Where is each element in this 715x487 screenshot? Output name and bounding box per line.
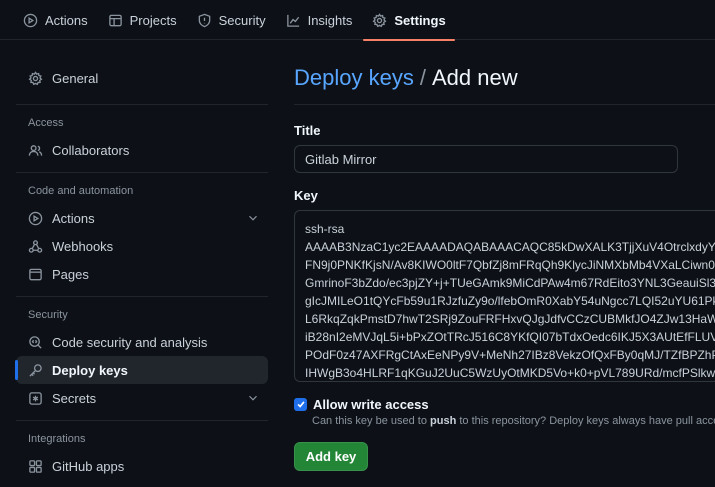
sidebar-item-label: Pages — [52, 266, 89, 282]
sidebar-heading-access: Access — [28, 117, 64, 129]
divider — [16, 420, 268, 421]
settings-sidebar: General Access Collaborators Code and au… — [15, 64, 268, 480]
key-textarea[interactable]: ssh-rsa AAAAB3NzaC1yc2EAAAADAQABAAACAQC8… — [294, 210, 715, 382]
table-icon — [108, 14, 122, 26]
allow-write-checkbox[interactable] — [294, 397, 307, 411]
tab-label: Actions — [45, 12, 88, 28]
sidebar-item-code-security[interactable]: Code security and analysis — [16, 328, 268, 356]
asterisk-icon — [29, 391, 42, 405]
check-icon — [296, 401, 305, 408]
codescan-icon — [29, 335, 42, 349]
tab-actions[interactable]: Actions — [14, 0, 97, 40]
page-title: Deploy keys / Add new — [294, 60, 715, 96]
webhook-icon — [28, 239, 43, 253]
key-text-line: iB28nI2eMVJqL5i+bPxZOtTRcJ516C8YKfQI07bT… — [305, 330, 715, 344]
browser-icon — [29, 268, 42, 280]
apps-icon — [29, 459, 42, 473]
sidebar-item-general[interactable]: General — [16, 64, 268, 92]
page-title-text: Add new — [431, 65, 518, 90]
tab-label: Security — [218, 12, 266, 28]
people-icon — [28, 144, 43, 156]
tab-label: Projects — [129, 12, 177, 28]
key-text-line: AAAAB3NzaC1yc2EAAAADAQABAAACAQC85kDwXALK… — [305, 240, 715, 254]
key-text-line: L6RkqZqkPmstD7hwT2SRj9ZouFRFHxvQJgJdfvCC… — [305, 312, 715, 326]
key-label: Key — [294, 188, 318, 203]
add-key-button[interactable]: Add key — [294, 442, 368, 471]
allow-write-label[interactable]: Allow write access — [313, 397, 429, 412]
sidebar-item-label: Deploy keys — [52, 362, 128, 378]
sidebar-item-actions[interactable]: Actions — [16, 204, 268, 232]
desc-text: Can this key be used to — [312, 415, 431, 427]
tab-projects[interactable]: Projects — [99, 0, 186, 40]
sidebar-item-pages[interactable]: Pages — [16, 260, 268, 288]
gear-icon — [372, 12, 387, 27]
tab-security[interactable]: Security — [188, 0, 275, 40]
tab-insights[interactable]: Insights — [277, 0, 362, 40]
desc-text: to this repository? Deploy keys always h… — [456, 415, 715, 427]
breadcrumb-separator: / — [419, 65, 426, 90]
key-text-line: IHWgB3o4HLRF1qKGuJ2UuC5WzUyOtMKD5Vo+k0+p… — [305, 366, 715, 380]
key-icon — [29, 363, 42, 377]
sidebar-heading-integrations: Integrations — [28, 433, 86, 445]
tab-label: Settings — [394, 12, 446, 28]
sidebar-heading-code-automation: Code and automation — [28, 185, 134, 197]
sidebar-heading-security: Security — [28, 309, 68, 321]
key-text-line: ssh-rsa — [305, 222, 345, 236]
sidebar-item-label: Webhooks — [52, 238, 114, 254]
allow-write-row: Allow write access — [294, 396, 715, 412]
sidebar-item-label: GitHub apps — [52, 458, 125, 474]
divider — [16, 104, 268, 105]
sidebar-item-secrets[interactable]: Secrets — [16, 384, 268, 412]
shield-icon — [198, 13, 210, 27]
divider — [294, 104, 715, 105]
sidebar-item-label: Code security and analysis — [52, 334, 208, 350]
allow-write-description: Can this key be used to push to this rep… — [312, 415, 715, 427]
tab-label: Insights — [307, 12, 353, 28]
sidebar-item-webhooks[interactable]: Webhooks — [16, 232, 268, 260]
key-text-line: gIcJMILeO1tQYcFb59u1RJzfuZy9o/lfebOmR0Xa… — [305, 294, 715, 308]
divider — [16, 172, 268, 173]
divider — [16, 296, 268, 297]
sidebar-item-label: General — [52, 70, 99, 86]
tab-settings[interactable]: Settings — [363, 0, 455, 41]
sidebar-item-label: Actions — [52, 210, 95, 226]
chevron-down-icon[interactable] — [246, 211, 260, 225]
play-icon — [23, 13, 38, 27]
key-text-line: POdF0z47AXFRgCtAxEeNPy9V+MeNh27IBz8VekzO… — [305, 348, 715, 362]
key-text-line: FN9j0PNKfKjsN/Av8KIWO0ltF7QbfZj8mFRqQh9K… — [305, 258, 715, 272]
main-content: Deploy keys / Add new Title Key ssh-rsa … — [294, 60, 715, 471]
title-label: Title — [294, 123, 321, 138]
sidebar-item-collaborators[interactable]: Collaborators — [16, 136, 268, 164]
chevron-down-icon[interactable] — [246, 391, 260, 405]
graph-icon — [286, 14, 299, 27]
sidebar-item-github-apps[interactable]: GitHub apps — [16, 452, 268, 480]
repo-nav: Actions Projects Security Insights Setti… — [0, 0, 715, 41]
sidebar-item-label: Secrets — [52, 390, 97, 406]
sidebar-item-deploy-keys[interactable]: Deploy keys — [15, 356, 268, 384]
play-icon — [28, 211, 43, 225]
desc-bold: push — [430, 415, 457, 427]
sidebar-item-label: Collaborators — [52, 142, 130, 158]
breadcrumb-deploy-keys-link[interactable]: Deploy keys — [294, 65, 414, 91]
key-text-line: GmrinoF3bZdo/ec3pjZY+j+TUeGAmk9MiCdPAw4m… — [305, 276, 715, 290]
gear-icon — [28, 70, 43, 85]
title-input[interactable] — [294, 145, 678, 173]
